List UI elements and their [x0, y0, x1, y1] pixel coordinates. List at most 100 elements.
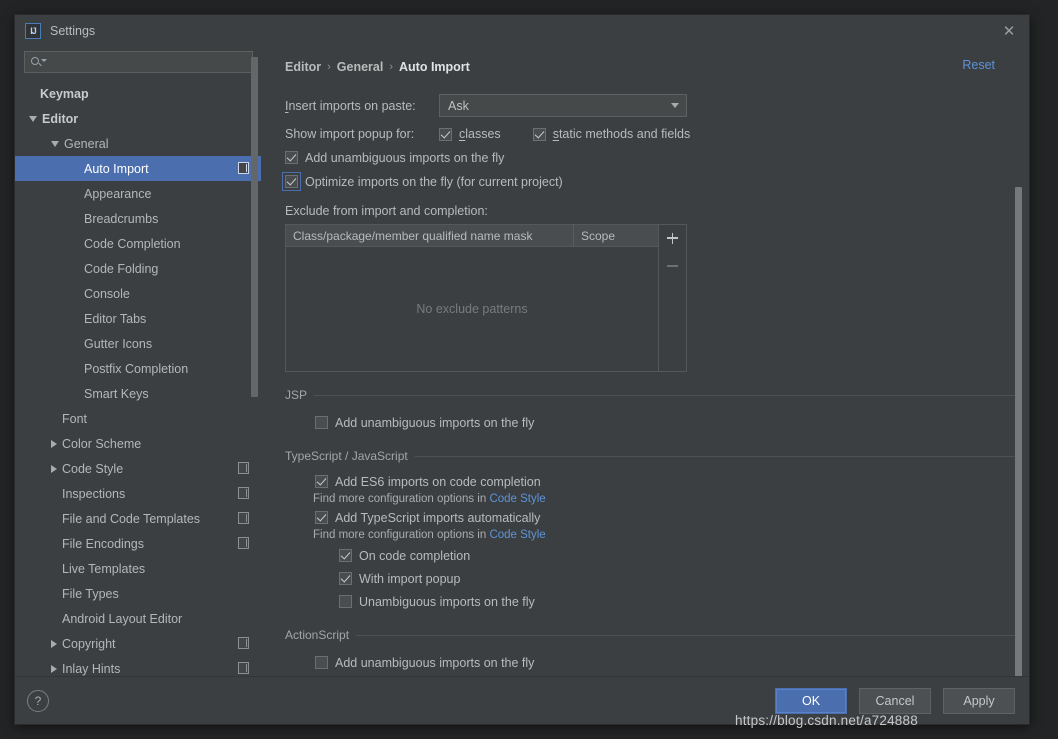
- sidebar-item-label: Auto Import: [84, 162, 149, 176]
- sidebar-item-code-folding[interactable]: Code Folding: [15, 256, 261, 281]
- chevron-right-icon[interactable]: [51, 640, 57, 648]
- sidebar-item-console[interactable]: Console: [15, 281, 261, 306]
- sidebar-item-label: Console: [84, 287, 130, 301]
- sidebar-item-label: General: [64, 137, 108, 151]
- exclude-table[interactable]: Class/package/member qualified name mask…: [285, 224, 659, 372]
- chevron-right-icon[interactable]: [51, 440, 57, 448]
- sidebar-item-appearance[interactable]: Appearance: [15, 181, 261, 206]
- tree-spacer: [73, 341, 79, 347]
- search-input[interactable]: [46, 54, 252, 70]
- actionscript-add-unambiguous-row[interactable]: Add unambiguous imports on the fly: [285, 652, 1029, 673]
- breadcrumb-item-general[interactable]: General: [337, 60, 384, 74]
- sidebar-item-inlay-hints[interactable]: Inlay Hints: [15, 656, 261, 676]
- es6-imports-row[interactable]: Add ES6 imports on code completion: [285, 471, 1029, 492]
- sidebar-item-label: Code Style: [62, 462, 123, 476]
- sidebar-item-android-layout-editor[interactable]: Android Layout Editor: [15, 606, 261, 631]
- es6-imports-label: Add ES6 imports on code completion: [335, 475, 541, 489]
- classes-checkbox[interactable]: [439, 128, 452, 141]
- jsp-section: JSP Add unambiguous imports on the fly: [285, 388, 1029, 433]
- search-box[interactable]: [24, 51, 253, 73]
- ok-button[interactable]: OK: [775, 688, 847, 714]
- es6-code-style-link[interactable]: Code Style: [489, 493, 545, 505]
- ts-unambiguous-row[interactable]: Unambiguous imports on the fly: [285, 591, 1029, 612]
- add-unambiguous-row[interactable]: Add unambiguous imports on the fly: [285, 147, 1029, 168]
- tree-spacer: [51, 516, 57, 522]
- sidebar-item-live-templates[interactable]: Live Templates: [15, 556, 261, 581]
- on-code-completion-row[interactable]: On code completion: [285, 545, 1029, 566]
- reset-link[interactable]: Reset: [962, 58, 995, 72]
- static-methods-label: static methods and fields: [553, 127, 691, 141]
- sidebar-item-editor-tabs[interactable]: Editor Tabs: [15, 306, 261, 331]
- search-icon: [30, 55, 46, 69]
- breadcrumb-separator: ›: [389, 61, 393, 73]
- settings-dialog: IJ Settings ✕ KeymapEditorGeneralAuto Im…: [14, 14, 1030, 725]
- typescript-auto-checkbox[interactable]: [315, 511, 328, 524]
- content-scrollbar[interactable]: [1015, 187, 1022, 676]
- sidebar-item-label: Postfix Completion: [84, 362, 188, 376]
- sidebar-item-label: Smart Keys: [84, 387, 149, 401]
- ts-unambiguous-checkbox[interactable]: [339, 595, 352, 608]
- sidebar-scrollbar[interactable]: [251, 57, 258, 397]
- jsp-add-unambiguous-checkbox[interactable]: [315, 416, 328, 429]
- window-title: Settings: [50, 24, 95, 38]
- sidebar-item-code-completion[interactable]: Code Completion: [15, 231, 261, 256]
- add-unambiguous-checkbox[interactable]: [285, 151, 298, 164]
- sidebar-item-file-encodings[interactable]: File Encodings: [15, 531, 261, 556]
- chevron-down-icon[interactable]: [29, 116, 37, 122]
- static-methods-checkbox[interactable]: [533, 128, 546, 141]
- project-scope-icon: [238, 662, 249, 674]
- sidebar-item-auto-import[interactable]: Auto Import: [15, 156, 261, 181]
- watermark: https://blog.csdn.net/a724888: [735, 713, 918, 728]
- jsp-add-unambiguous-label: Add unambiguous imports on the fly: [335, 416, 534, 430]
- sidebar-item-general[interactable]: General: [15, 131, 261, 156]
- footer-buttons: OK Cancel Apply: [775, 688, 1015, 714]
- typescript-auto-row[interactable]: Add TypeScript imports automatically: [285, 507, 1029, 528]
- sidebar-item-breadcrumbs[interactable]: Breadcrumbs: [15, 206, 261, 231]
- settings-tree[interactable]: KeymapEditor General Auto Import Appearance…: [15, 79, 261, 676]
- optimize-imports-row[interactable]: Optimize imports on the fly (for current…: [285, 171, 1029, 192]
- chevron-right-icon[interactable]: [51, 665, 57, 673]
- sidebar-item-color-scheme[interactable]: Color Scheme: [15, 431, 261, 456]
- with-import-popup-row[interactable]: With import popup: [285, 568, 1029, 589]
- chevron-right-icon[interactable]: [51, 465, 57, 473]
- actionscript-add-unambiguous-checkbox[interactable]: [315, 656, 328, 669]
- add-pattern-button[interactable]: [663, 228, 683, 248]
- sidebar-item-copyright[interactable]: Copyright: [15, 631, 261, 656]
- sidebar-item-label: Color Scheme: [62, 437, 141, 451]
- sidebar-item-postfix-completion[interactable]: Postfix Completion: [15, 356, 261, 381]
- column-header-mask[interactable]: Class/package/member qualified name mask: [286, 225, 574, 246]
- sidebar-item-inspections[interactable]: Inspections: [15, 481, 261, 506]
- column-header-scope[interactable]: Scope: [574, 225, 658, 246]
- sidebar-item-gutter-icons[interactable]: Gutter Icons: [15, 331, 261, 356]
- tree-spacer: [73, 316, 79, 322]
- insert-imports-select[interactable]: Ask: [439, 94, 687, 117]
- chevron-down-icon: [671, 103, 679, 108]
- sidebar-item-smart-keys[interactable]: Smart Keys: [15, 381, 261, 406]
- es6-hint-text: Find more configuration options in: [313, 493, 489, 505]
- close-icon[interactable]: ✕: [999, 21, 1019, 41]
- project-scope-icon: [238, 537, 249, 549]
- chevron-down-icon[interactable]: [51, 141, 59, 147]
- typescript-code-style-link[interactable]: Code Style: [489, 529, 545, 541]
- add-unambiguous-label: Add unambiguous imports on the fly: [305, 151, 504, 165]
- with-import-popup-checkbox[interactable]: [339, 572, 352, 585]
- tree-spacer: [73, 266, 79, 272]
- breadcrumb-item-editor[interactable]: Editor: [285, 60, 321, 74]
- sidebar-item-file-and-code-templates[interactable]: File and Code Templates: [15, 506, 261, 531]
- optimize-imports-checkbox[interactable]: [285, 175, 298, 188]
- sidebar-item-font[interactable]: Font: [15, 406, 261, 431]
- with-import-popup-label: With import popup: [359, 572, 460, 586]
- sidebar-item-label: Breadcrumbs: [84, 212, 158, 226]
- apply-button[interactable]: Apply: [943, 688, 1015, 714]
- sidebar-item-file-types[interactable]: File Types: [15, 581, 261, 606]
- es6-imports-checkbox[interactable]: [315, 475, 328, 488]
- cancel-button[interactable]: Cancel: [859, 688, 931, 714]
- sidebar-item-editor[interactable]: Editor: [15, 106, 261, 131]
- on-code-completion-checkbox[interactable]: [339, 549, 352, 562]
- help-icon[interactable]: ?: [27, 690, 49, 712]
- sidebar-item-code-style[interactable]: Code Style: [15, 456, 261, 481]
- breadcrumb-separator: ›: [327, 61, 331, 73]
- sidebar-item-keymap[interactable]: Keymap: [15, 81, 261, 106]
- jsp-add-unambiguous-row[interactable]: Add unambiguous imports on the fly: [285, 412, 1029, 433]
- auto-import-settings: Insert imports on paste: Ask Show import…: [285, 74, 1029, 673]
